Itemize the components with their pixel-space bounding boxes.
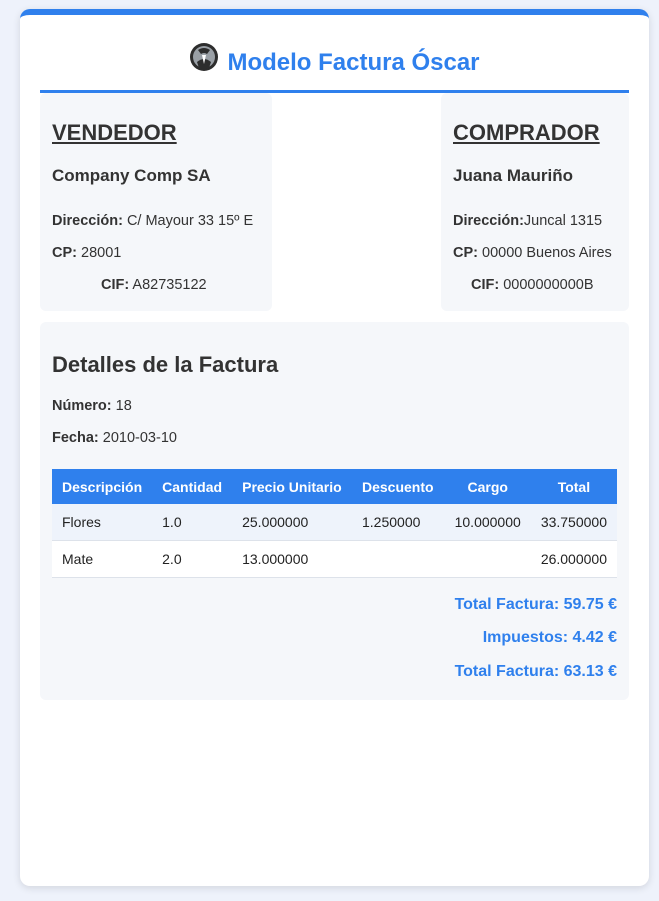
- table-row: Mate 2.0 13.000000 26.000000: [52, 540, 617, 578]
- invoice-number-value: 18: [111, 398, 132, 414]
- seller-heading: VENDEDOR: [52, 120, 177, 145]
- buyer-cp-value: 00000 Buenos Aires: [477, 245, 612, 261]
- invoice-date-value: 2010-03-10: [98, 430, 177, 446]
- col-header-cargo: Cargo: [444, 469, 531, 504]
- seller-cif-value: A82735122: [129, 277, 207, 293]
- buyer-address: Dirección:Juncal 1315: [453, 213, 602, 229]
- cell-descripcion: Flores: [52, 504, 153, 541]
- col-header-descripcion: Descripción: [52, 469, 153, 504]
- seller-cp-label: CP:: [52, 245, 77, 261]
- cell-descuento: [352, 540, 445, 578]
- person-circle-logo-icon: [190, 42, 219, 71]
- details-heading: Detalles de la Factura: [52, 352, 279, 377]
- buyer-cif-label: CIF:: [471, 277, 500, 293]
- invoice-details-panel: Detalles de la Factura Número: 18 Fecha:…: [40, 322, 629, 700]
- seller-address: Dirección: C/ Mayour 33 15º E: [52, 213, 253, 229]
- seller-address-label: Dirección:: [52, 213, 123, 229]
- cell-precio-unitario: 13.000000: [232, 540, 352, 578]
- invoice-date: Fecha: 2010-03-10: [52, 430, 177, 446]
- buyer-cif-value: 0000000000B: [499, 277, 594, 293]
- buyer-panel: COMPRADOR Juana Mauriño Dirección:Juncal…: [441, 93, 629, 311]
- col-header-total: Total: [530, 469, 617, 504]
- cell-precio-unitario: 25.000000: [232, 504, 352, 541]
- seller-cif: CIF: A82735122: [101, 277, 207, 293]
- col-header-precio-unitario: Precio Unitario: [232, 469, 352, 504]
- table-row: Flores 1.0 25.000000 1.250000 10.000000 …: [52, 504, 617, 541]
- line-items-table: Descripción Cantidad Precio Unitario Des…: [52, 469, 617, 578]
- invoice-header: Modelo Factura Óscar: [40, 35, 629, 93]
- buyer-cif: CIF: 0000000000B: [471, 277, 594, 293]
- seller-cif-label: CIF:: [101, 277, 130, 293]
- buyer-cp-label: CP:: [453, 245, 478, 261]
- page-title: Modelo Factura Óscar: [227, 48, 480, 76]
- buyer-address-label: Dirección:: [453, 213, 524, 229]
- subtotal-amount: Total Factura: 59.75 €: [454, 596, 617, 613]
- taxes-amount: Impuestos: 4.42 €: [482, 629, 617, 646]
- seller-cp-value: 28001: [76, 245, 122, 261]
- buyer-address-value: Juncal 1315: [523, 213, 603, 229]
- table-header-row: Descripción Cantidad Precio Unitario Des…: [52, 469, 617, 504]
- invoice-page: Modelo Factura Óscar VENDEDOR Company Co…: [20, 9, 649, 886]
- buyer-heading: COMPRADOR: [453, 120, 600, 145]
- cell-descripcion: Mate: [52, 540, 153, 578]
- cell-cantidad: 2.0: [152, 540, 233, 578]
- col-header-descuento: Descuento: [352, 469, 445, 504]
- cell-total: 33.750000: [530, 504, 617, 541]
- invoice-number-label: Número:: [52, 398, 112, 414]
- cell-cargo: [444, 540, 531, 578]
- seller-address-value: C/ Mayour 33 15º E: [122, 213, 254, 229]
- buyer-name: Juana Mauriño: [453, 166, 573, 185]
- total-amount: Total Factura: 63.13 €: [454, 663, 617, 680]
- col-header-cantidad: Cantidad: [152, 469, 233, 504]
- cell-total: 26.000000: [530, 540, 617, 578]
- invoice-date-label: Fecha:: [52, 430, 99, 446]
- cell-descuento: 1.250000: [352, 504, 445, 541]
- seller-name: Company Comp SA: [52, 166, 211, 185]
- seller-panel: VENDEDOR Company Comp SA Dirección: C/ M…: [40, 93, 272, 311]
- invoice-number: Número: 18: [52, 398, 132, 414]
- cell-cargo: 10.000000: [444, 504, 531, 541]
- buyer-cp: CP: 00000 Buenos Aires: [453, 245, 612, 261]
- seller-cp: CP: 28001: [52, 245, 121, 261]
- cell-cantidad: 1.0: [152, 504, 233, 541]
